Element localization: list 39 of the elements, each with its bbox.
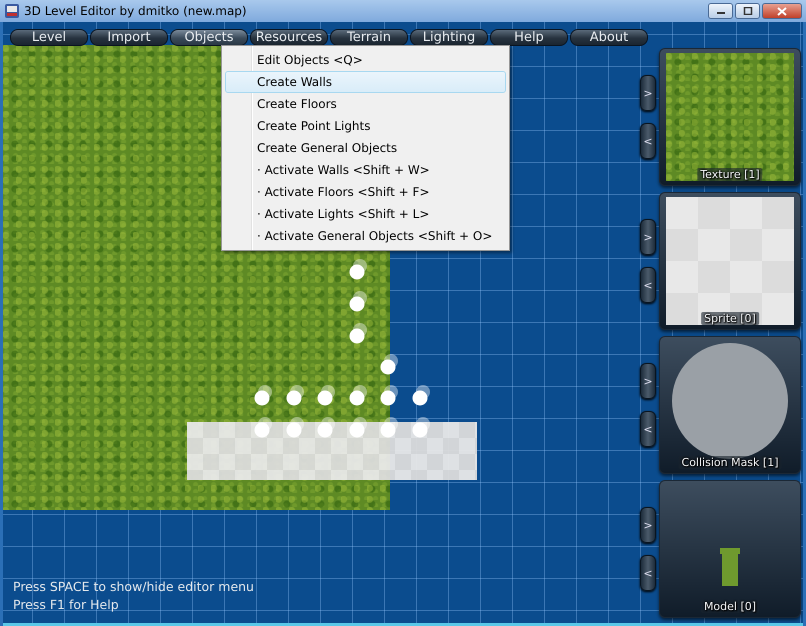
menu-button[interactable]: Objects xyxy=(170,29,248,46)
menu-item[interactable]: · Activate Lights <Shift + L> xyxy=(225,203,506,225)
next-button[interactable]: > xyxy=(640,507,656,543)
menu-item[interactable]: Create General Objects xyxy=(225,137,506,159)
maximize-icon xyxy=(742,7,752,15)
menu-item[interactable]: Create Walls xyxy=(225,71,506,93)
next-button[interactable]: > xyxy=(640,363,656,399)
window-title: 3D Level Editor by dmitko (new.map) xyxy=(24,4,247,18)
menu-button[interactable]: Lighting xyxy=(410,29,488,46)
help-text: Press F1 for Help xyxy=(13,597,119,612)
panel-label: Model [0] xyxy=(700,600,760,613)
previous-button[interactable]: < xyxy=(640,555,656,591)
help-text: Press SPACE to show/hide editor menu xyxy=(13,579,254,594)
previous-button[interactable]: < xyxy=(640,123,656,159)
menu-item[interactable]: Create Point Lights xyxy=(225,115,506,137)
menu-button[interactable]: Import xyxy=(90,29,168,46)
panel-label: Sprite [0] xyxy=(701,312,759,325)
previous-button[interactable]: < xyxy=(640,267,656,303)
menu-button[interactable]: Level xyxy=(10,29,88,46)
menu-item[interactable]: · Activate Walls <Shift + W> xyxy=(225,159,506,181)
previous-button[interactable]: < xyxy=(640,411,656,447)
minimize-button[interactable] xyxy=(708,3,733,19)
menu-item[interactable]: · Activate Floors <Shift + F> xyxy=(225,181,506,203)
pillar-model-icon xyxy=(720,548,740,586)
panel-label: Collision Mask [1] xyxy=(678,456,782,469)
menu-item[interactable]: Create Floors xyxy=(225,93,506,115)
menu-item[interactable]: Edit Objects <Q> xyxy=(225,49,506,71)
close-button[interactable] xyxy=(762,3,802,19)
menu-button[interactable]: Terrain xyxy=(330,29,408,46)
app-icon xyxy=(4,3,20,19)
menu-button[interactable]: Resources xyxy=(250,29,328,46)
menu-button[interactable]: About xyxy=(570,29,648,46)
next-button[interactable]: > xyxy=(640,219,656,255)
close-icon xyxy=(777,6,787,16)
maximize-button[interactable] xyxy=(735,3,760,19)
next-button[interactable]: > xyxy=(640,75,656,111)
menu-item[interactable]: · Activate General Objects <Shift + O> xyxy=(225,225,506,247)
panel-label: Texture [1] xyxy=(697,168,763,181)
menu-button[interactable]: Help xyxy=(490,29,568,46)
